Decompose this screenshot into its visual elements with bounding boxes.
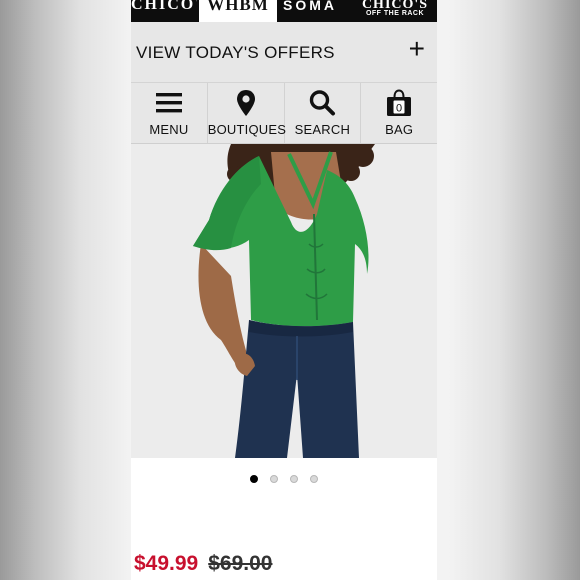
todays-offers-banner[interactable]: VIEW TODAY'S OFFERS +: [131, 22, 437, 83]
nav-search-label: SEARCH: [294, 122, 351, 137]
nav-menu-button[interactable]: MENU: [131, 83, 208, 143]
brand-chicos-tab[interactable]: CHICO'S: [131, 0, 197, 22]
nav-boutiques-button[interactable]: BOUTIQUES: [207, 83, 287, 143]
sale-price: $49.99: [134, 552, 199, 575]
carousel-dot-3[interactable]: [290, 475, 298, 483]
expand-plus-icon[interactable]: +: [409, 35, 425, 63]
nav-bag-button[interactable]: 0 BAG: [361, 83, 437, 143]
shopping-bag-icon: 0: [387, 89, 412, 116]
original-price: $69.00: [208, 552, 273, 575]
image-carousel-dots: [131, 475, 437, 485]
nav-menu-label: MENU: [149, 122, 189, 137]
carousel-dot-4[interactable]: [310, 475, 318, 483]
carousel-dot-1[interactable]: [250, 475, 258, 483]
mobile-page: CHICO'S WHBM SOMA CHICO'S OFF THE RACK V…: [131, 0, 437, 580]
brand-chicos-off-the-rack-tab[interactable]: CHICO'S OFF THE RACK: [353, 0, 437, 22]
brand-otr-name: CHICO'S: [361, 0, 429, 12]
brand-whbm-tab[interactable]: WHBM: [199, 0, 277, 22]
nav-search-button[interactable]: SEARCH: [285, 83, 362, 143]
offers-label: VIEW TODAY'S OFFERS: [136, 43, 335, 62]
bag-count: 0: [396, 103, 402, 115]
brand-soma-tab[interactable]: SOMA: [283, 0, 351, 22]
brand-switcher-bar: CHICO'S WHBM SOMA CHICO'S OFF THE RACK: [131, 0, 437, 22]
product-image[interactable]: [131, 144, 437, 458]
nav-bag-label: BAG: [385, 122, 414, 137]
product-photo-illustration: [131, 144, 437, 458]
carousel-dot-2[interactable]: [270, 475, 278, 483]
product-price: $49.99 $69.00: [134, 552, 272, 576]
search-icon: [310, 90, 336, 116]
nav-boutiques-label: BOUTIQUES: [207, 122, 287, 137]
main-nav: MENU BOUTIQUES SEARCH 0 BAG: [131, 83, 437, 144]
hamburger-icon: [155, 93, 182, 113]
location-pin-icon: [236, 90, 255, 116]
